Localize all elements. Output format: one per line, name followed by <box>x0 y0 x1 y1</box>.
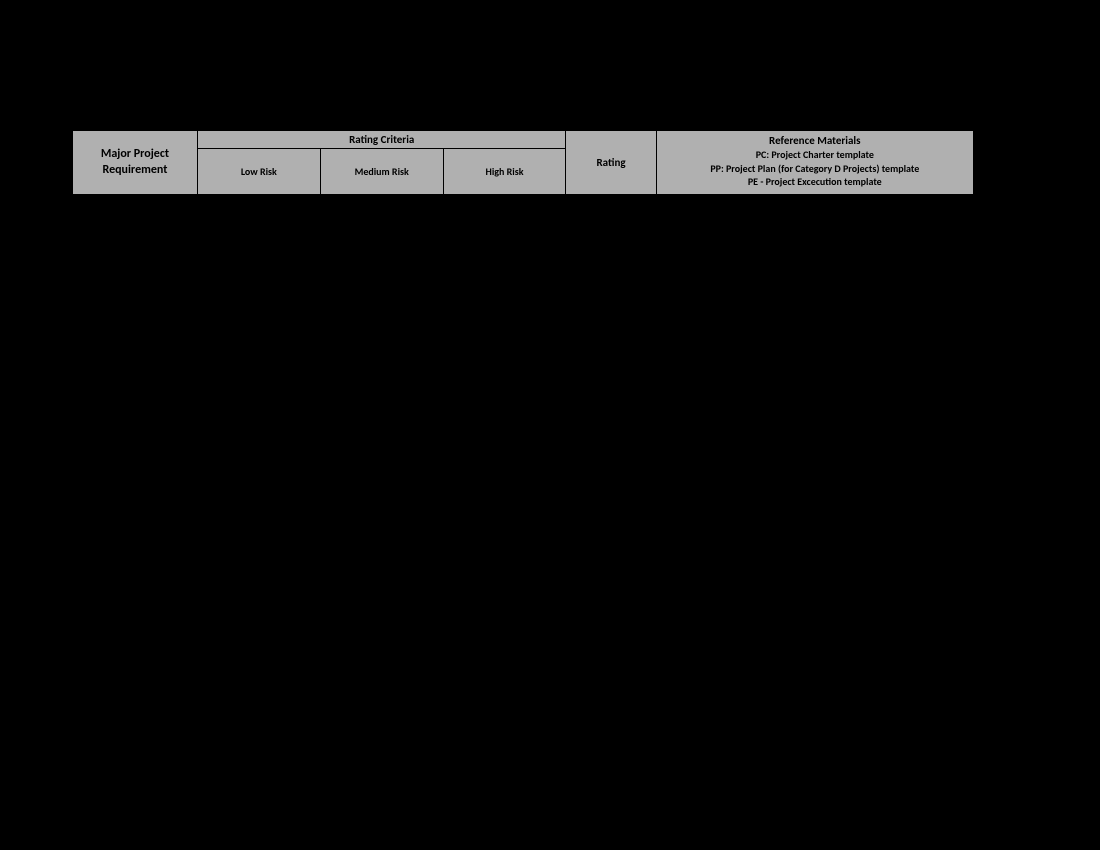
header-low-risk: Low Risk <box>197 149 320 195</box>
header-rating-criteria: Rating Criteria <box>197 131 566 149</box>
header-medium-risk: Medium Risk <box>320 149 443 195</box>
rating-criteria-table: Major Project Requirement Rating Criteri… <box>72 130 974 195</box>
header-high-risk: High Risk <box>443 149 566 195</box>
header-reference-materials: Reference Materials PC: Project Charter … <box>656 131 973 195</box>
reference-materials-title: Reference Materials <box>661 134 969 148</box>
header-major-project-requirement: Major Project Requirement <box>73 131 198 195</box>
reference-line-pc: PC: Project Charter template <box>661 148 969 162</box>
header-rating: Rating <box>566 131 656 195</box>
header-requirement-line2: Requirement <box>102 163 167 177</box>
header-requirement-line1: Major Project <box>101 147 169 161</box>
reference-line-pp: PP: Project Plan (for Category D Project… <box>661 162 969 176</box>
reference-line-pe: PE - Project Excecution template <box>661 175 969 189</box>
